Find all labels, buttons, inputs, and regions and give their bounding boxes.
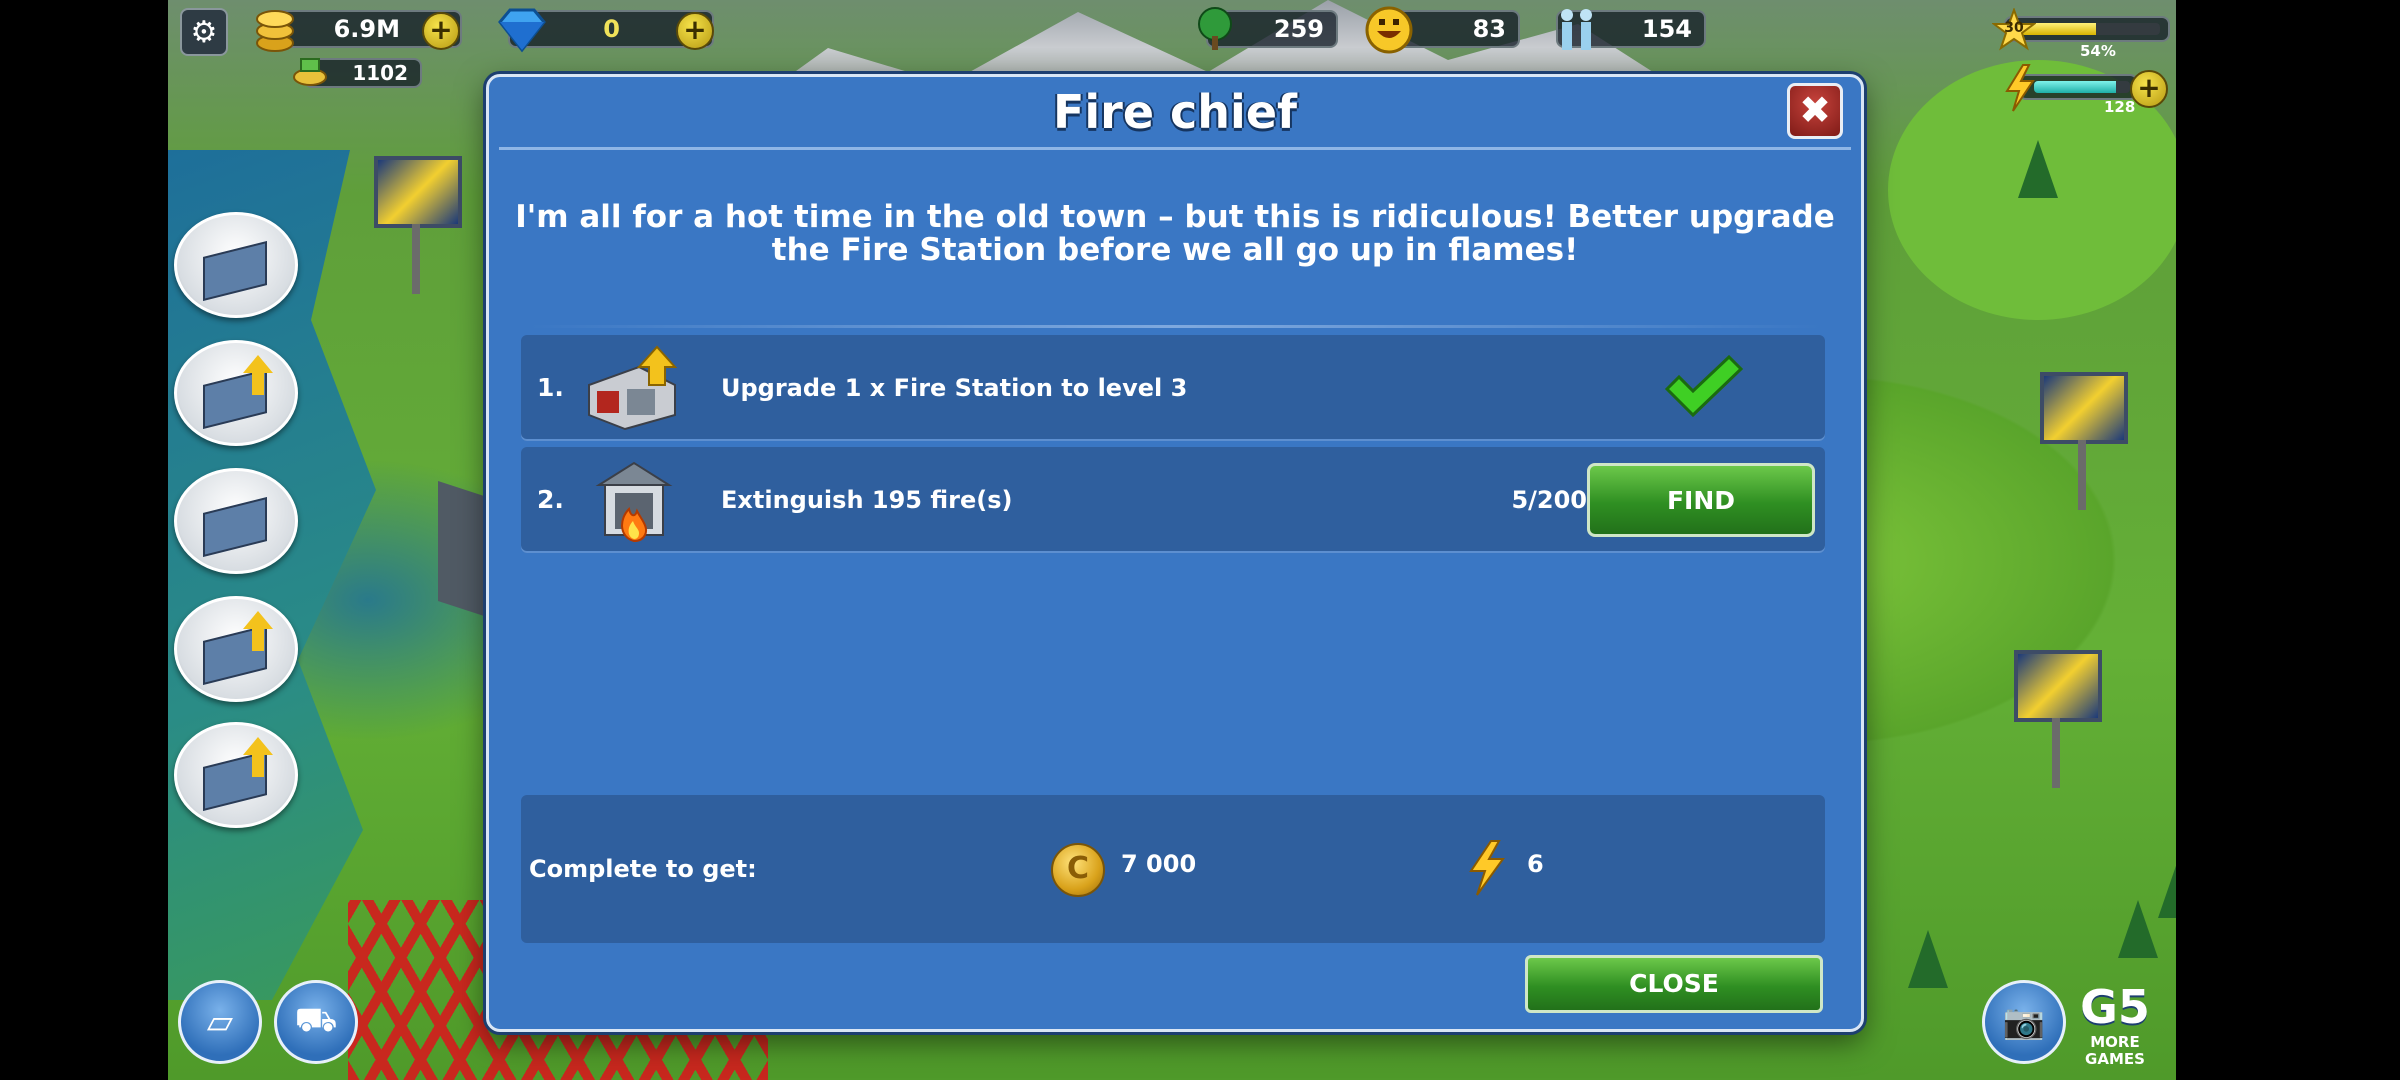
trees-value: 259 [1273,15,1324,43]
smiley-icon [1362,2,1416,58]
bulldozer-button[interactable]: ⛟ [274,980,358,1064]
building-icon [203,241,267,301]
energy-value: 128 [2104,98,2136,116]
coin-stack-icon [250,0,300,56]
billboard[interactable] [374,156,462,294]
quest-message: I'm all for a hot time in the old town –… [515,199,1835,268]
more-games-button[interactable]: G5 MORE GAMES [2070,980,2160,1070]
side-upgrade-button-3[interactable] [174,722,298,828]
message-divider [529,325,1821,328]
task-description: Extinguish 195 fire(s) [721,486,1013,514]
find-button[interactable]: FIND [1587,463,1815,537]
energy-track [2034,81,2130,93]
reward-energy-value: 6 [1527,850,1544,878]
diamond-icon [492,2,552,58]
title-divider [499,147,1851,150]
task-number: 1. [537,373,564,402]
fire-station-upgrade-icon [579,345,689,431]
task-progress: 5/200 [1511,486,1587,514]
pine-tree [2158,860,2176,918]
happiness-value: 83 [1472,15,1506,43]
road-icon: ▱ [206,1002,234,1042]
cash-value: 1102 [352,61,408,85]
pine-tree [1908,930,1948,988]
side-upgrade-button-1[interactable] [174,340,298,446]
bulldozer-icon: ⛟ [294,999,338,1040]
buy-energy-button[interactable]: + [2130,70,2168,108]
building-icon [203,497,267,557]
lightning-icon [2000,62,2040,114]
quest-dialog: Fire chief ✖ I'm all for a hot time in t… [486,74,1864,1032]
billboard[interactable] [2040,372,2128,510]
buy-gems-button[interactable]: + [676,12,714,50]
more-games-label: MORE GAMES [2085,1033,2145,1068]
coins-value: 6.9M [333,15,400,43]
pine-tree [2118,900,2158,958]
gear-icon: ⚙ [190,14,218,50]
coin-icon: C [1051,843,1105,897]
camera-icon: 📷 [2002,1002,2046,1042]
lightning-icon [1467,839,1507,897]
fire-extinguish-icon [579,457,689,543]
buy-coins-button[interactable]: + [422,12,460,50]
g5-logo: G5 [2080,980,2150,1034]
task-row-2: 2. Extinguish 195 fire(s) 5/200 FIND [521,447,1825,553]
people-icon [1552,4,1602,56]
road-tool-button[interactable]: ▱ [178,980,262,1064]
xp-track [2020,23,2160,35]
level-value: 30 [2004,20,2024,36]
checkmark-icon [1663,354,1744,419]
reward-panel: Complete to get: C 7 000 6 [521,795,1825,943]
task-row-1: 1. Upgrade 1 x Fire Station to level 3 [521,335,1825,441]
task-number: 2. [537,485,564,514]
close-icon-button[interactable]: ✖ [1787,83,1843,139]
energy-fill [2034,81,2116,93]
reward-label: Complete to get: [529,855,757,883]
side-building-button-1[interactable] [174,212,298,318]
close-button[interactable]: CLOSE [1525,955,1823,1013]
xp-percent: 54% [2080,42,2116,60]
task-description: Upgrade 1 x Fire Station to level 3 [721,374,1188,402]
cash-icon [290,54,330,90]
gems-value: 0 [603,15,620,43]
tree-icon [1192,4,1238,54]
camera-button[interactable]: 📷 [1982,980,2066,1064]
side-building-button-2[interactable] [174,468,298,574]
population-value: 154 [1641,15,1692,43]
settings-button[interactable]: ⚙ [180,8,228,56]
side-upgrade-button-2[interactable] [174,596,298,702]
dialog-title: Fire chief [1052,85,1298,139]
reward-coins-value: 7 000 [1121,850,1197,878]
billboard[interactable] [2014,650,2102,788]
